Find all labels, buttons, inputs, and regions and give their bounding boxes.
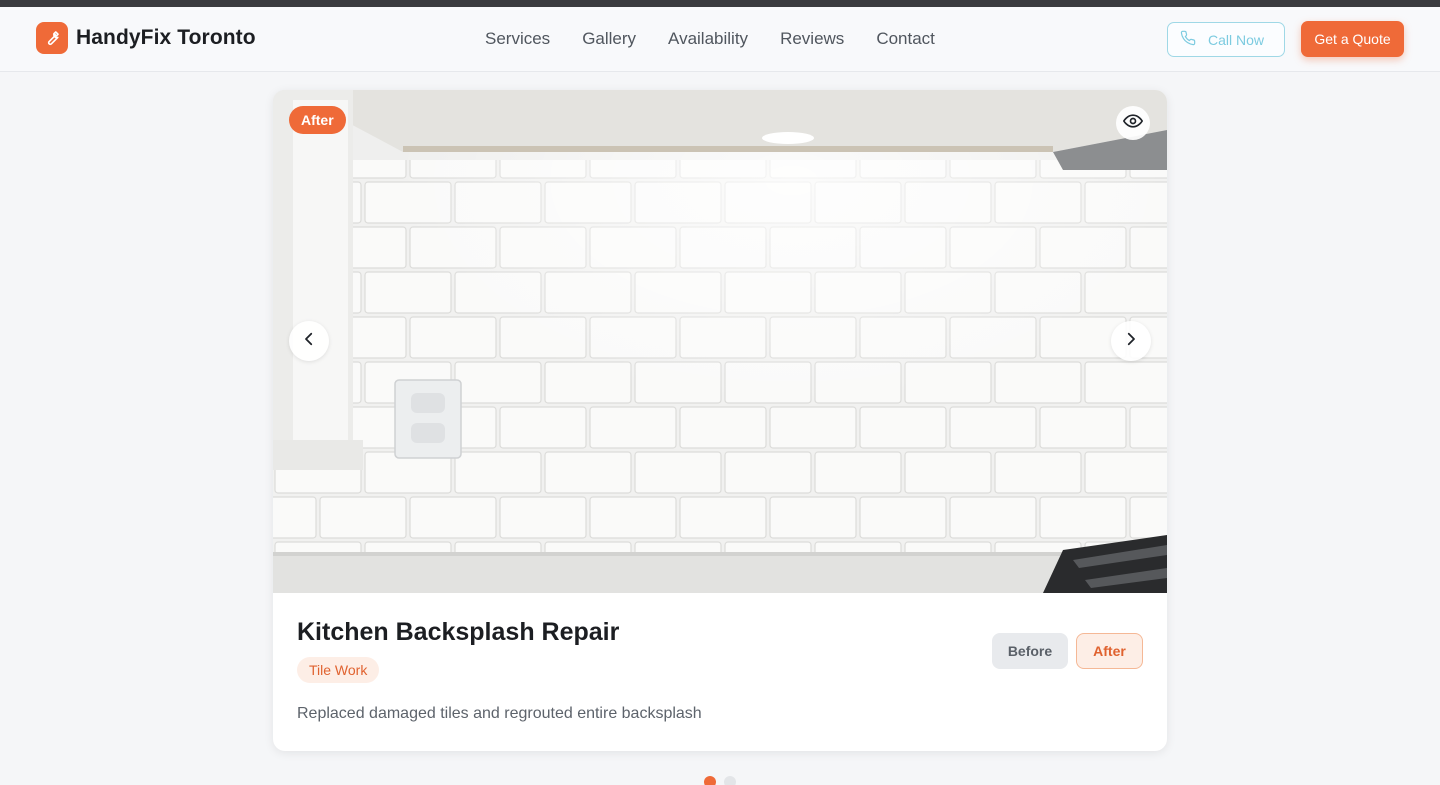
after-badge: After: [289, 106, 346, 134]
next-slide-button[interactable]: [1111, 321, 1151, 361]
phone-icon: [1180, 30, 1196, 49]
before-after-toggle: Before After: [992, 633, 1143, 669]
wrench-icon: [36, 22, 68, 54]
slide-dot[interactable]: [724, 776, 736, 785]
call-now-button[interactable]: Call Now: [1167, 22, 1285, 57]
get-quote-button[interactable]: Get a Quote: [1301, 21, 1404, 57]
eye-icon: [1123, 111, 1143, 136]
project-description: Replaced damaged tiles and regrouted ent…: [297, 705, 702, 722]
project-photo: After: [273, 90, 1167, 593]
slide-dot[interactable]: [704, 776, 716, 785]
nav-reviews[interactable]: Reviews: [780, 29, 844, 49]
main-nav: Services Gallery Availability Reviews Co…: [485, 29, 935, 49]
call-now-label: Call Now: [1208, 31, 1265, 48]
before-button[interactable]: Before: [992, 633, 1068, 669]
chevron-left-icon: [300, 330, 318, 353]
slide-indicators: [704, 776, 736, 785]
nav-availability[interactable]: Availability: [668, 29, 748, 49]
site-header: HandyFix Toronto Services Gallery Availa…: [0, 7, 1440, 72]
nav-services[interactable]: Services: [485, 29, 550, 49]
nav-contact[interactable]: Contact: [876, 29, 935, 49]
view-full-button[interactable]: [1116, 106, 1150, 140]
gallery-card: After Kitchen Backsplash Repair Tile Wor…: [273, 90, 1167, 751]
top-strip: [0, 0, 1440, 7]
brand-name: HandyFix Toronto: [76, 26, 256, 49]
category-tag: Tile Work: [297, 657, 380, 683]
chevron-right-icon: [1122, 330, 1140, 353]
nav-gallery[interactable]: Gallery: [582, 29, 636, 49]
after-button[interactable]: After: [1076, 633, 1143, 669]
previous-slide-button[interactable]: [289, 321, 329, 361]
brand-logo[interactable]: HandyFix Toronto: [36, 22, 256, 54]
